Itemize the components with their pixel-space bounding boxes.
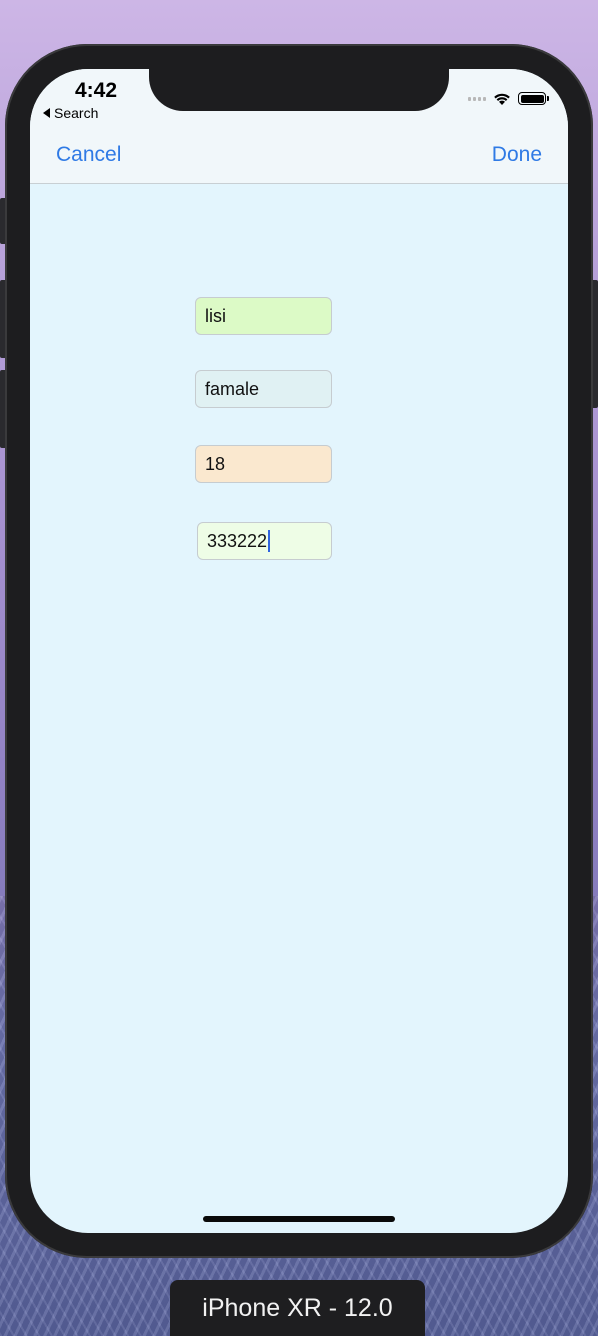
age-field[interactable]: 18 bbox=[195, 445, 332, 483]
simulator-device-label: iPhone XR - 12.0 bbox=[170, 1280, 425, 1336]
wifi-icon bbox=[492, 91, 512, 106]
back-to-search-link[interactable]: Search bbox=[43, 105, 98, 121]
status-time: 4:42 bbox=[75, 79, 118, 102]
device-notch bbox=[149, 69, 449, 111]
name-field-value: lisi bbox=[205, 305, 226, 326]
text-cursor bbox=[268, 530, 271, 552]
age-field-value: 18 bbox=[205, 453, 226, 474]
phone-field[interactable]: 333222 bbox=[197, 522, 332, 560]
cancel-button[interactable]: Cancel bbox=[56, 143, 121, 167]
battery-icon bbox=[518, 92, 549, 105]
gender-field[interactable]: famale bbox=[195, 370, 332, 408]
status-indicators bbox=[468, 91, 549, 106]
navigation-bar: 4:42 Search Cancel Done bbox=[30, 69, 568, 184]
done-button[interactable]: Done bbox=[492, 143, 542, 167]
gender-field-value: famale bbox=[205, 378, 260, 399]
back-to-search-label: Search bbox=[54, 105, 99, 121]
app-screen: 4:42 Search Cancel Done lisi famale 18 3… bbox=[30, 69, 568, 1233]
device-frame: 4:42 Search Cancel Done lisi famale 18 3… bbox=[5, 44, 593, 1258]
name-field[interactable]: lisi bbox=[195, 297, 332, 335]
cellular-signal-icon bbox=[468, 96, 486, 101]
home-indicator[interactable] bbox=[203, 1216, 395, 1222]
phone-field-value: 333222 bbox=[207, 530, 268, 551]
back-arrow-icon bbox=[43, 108, 50, 118]
